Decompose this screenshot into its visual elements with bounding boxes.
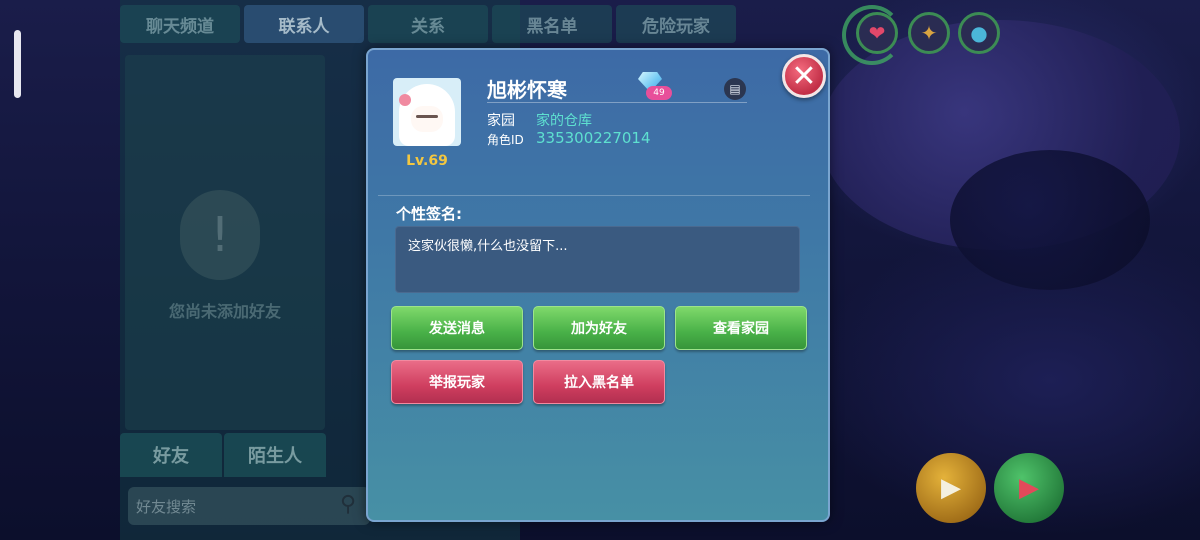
player-level: Lv.69: [406, 153, 448, 169]
send-message-button[interactable]: 发送消息: [391, 306, 523, 350]
home-label: 家园: [487, 113, 515, 129]
signature-title: 个性签名:: [396, 205, 462, 223]
home-link[interactable]: 家的仓库: [536, 110, 592, 130]
friend-search-input[interactable]: 好友搜索: [128, 487, 370, 525]
tab-relations[interactable]: 关系: [368, 5, 488, 43]
blacklist-button[interactable]: 拉入黑名单: [533, 360, 665, 404]
avatar-face: [411, 106, 443, 132]
water-icon: ●: [958, 12, 1000, 54]
speaker-icon[interactable]: ▶: [994, 453, 1064, 523]
report-player-button[interactable]: 举报玩家: [391, 360, 523, 404]
copy-icon: ▤: [729, 82, 741, 96]
player-nickname: 旭彬怀寒: [487, 78, 567, 102]
edge-drawer-handle[interactable]: [14, 30, 21, 98]
add-friend-button[interactable]: 加为好友: [533, 306, 665, 350]
empty-friends-text: 您尚未添加好友: [168, 302, 281, 321]
close-icon: ✕: [791, 58, 817, 94]
search-icon[interactable]: ⚲: [340, 492, 366, 518]
tab-friends[interactable]: 好友: [120, 433, 222, 477]
empty-friends-icon: !: [180, 190, 260, 280]
section-divider: [378, 195, 810, 196]
signature-text: 这家伙很懒,什么也没留下...: [408, 239, 568, 254]
food-icon: ✦: [908, 12, 950, 54]
role-id-label: 角色ID: [487, 133, 524, 147]
tab-strangers[interactable]: 陌生人: [224, 433, 326, 477]
copy-button[interactable]: ▤: [724, 78, 746, 100]
cave-opening: [950, 150, 1150, 290]
close-button[interactable]: ✕: [782, 54, 826, 98]
social-top-tabs: 聊天频道 联系人 关系 黑名单 危险玩家: [120, 5, 736, 47]
gem-badge: 49: [636, 72, 672, 102]
friend-type-tabs: 好友 陌生人: [120, 433, 326, 477]
name-divider: [487, 102, 747, 103]
tab-blacklist[interactable]: 黑名单: [492, 5, 612, 43]
megaphone-icon[interactable]: ▶: [916, 453, 986, 523]
avatar: [393, 78, 461, 146]
avatar-eyes: [416, 115, 438, 118]
tab-chat-channel[interactable]: 聊天频道: [120, 5, 240, 43]
tab-contacts[interactable]: 联系人: [244, 5, 364, 43]
role-id-value: 335300227014: [536, 129, 651, 147]
view-home-button[interactable]: 查看家园: [675, 306, 807, 350]
heart-icon: ❤: [856, 12, 898, 54]
tab-dangerous-players[interactable]: 危险玩家: [616, 5, 736, 43]
avatar-flower-icon: [399, 94, 411, 106]
gem-level-badge: 49: [646, 86, 672, 100]
